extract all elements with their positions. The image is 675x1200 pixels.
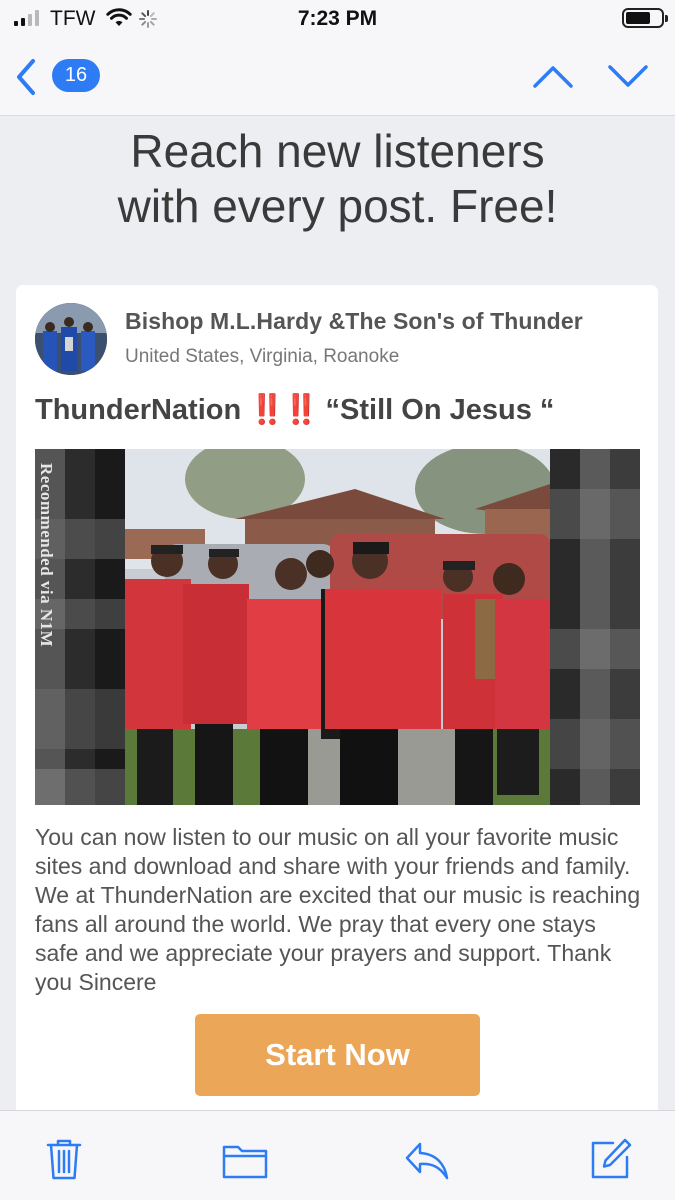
post-photo[interactable]: Recommended via N1M [35,449,640,805]
mail-nav-bar: 16 [0,40,675,116]
post-title-suffix: “Still On Jesus “ [325,394,555,426]
mail-toolbar [0,1110,675,1200]
photo-watermark: Recommended via N1M [37,463,56,648]
post-body: You can now listen to our music on all y… [35,824,641,995]
email-headline: Reach new listeners with every post. Fre… [117,125,558,232]
chevron-left-icon[interactable] [12,57,42,97]
group-photo-image [125,449,550,805]
post-location: United States, Virginia, Roanoke [125,346,400,367]
double-exclamation-icon: ‼️‼️ [249,394,319,426]
chevron-down-icon[interactable] [607,62,649,90]
message-count-badge[interactable]: 16 [52,59,100,92]
post-title: ThunderNation ‼️‼️ “Still On Jesus “ [35,393,554,427]
post-author[interactable]: Bishop M.L.Hardy &The Son's of Thunder [125,308,583,335]
avatar[interactable] [35,303,107,375]
clock: 7:23 PM [297,7,378,30]
photo-blur-right [550,449,640,805]
compose-icon[interactable] [589,1137,633,1181]
post-card: Bishop M.L.Hardy &The Son's of Thunder U… [16,285,658,1125]
start-now-button[interactable]: Start Now [195,1014,480,1096]
trash-icon[interactable] [46,1137,82,1181]
reply-icon[interactable] [404,1141,450,1181]
battery-icon [622,8,668,28]
post-title-prefix: ThunderNation [35,394,242,426]
chevron-up-icon[interactable] [532,62,574,90]
folder-icon[interactable] [222,1141,268,1179]
status-bar: TFW 7:23 PM [0,0,675,40]
